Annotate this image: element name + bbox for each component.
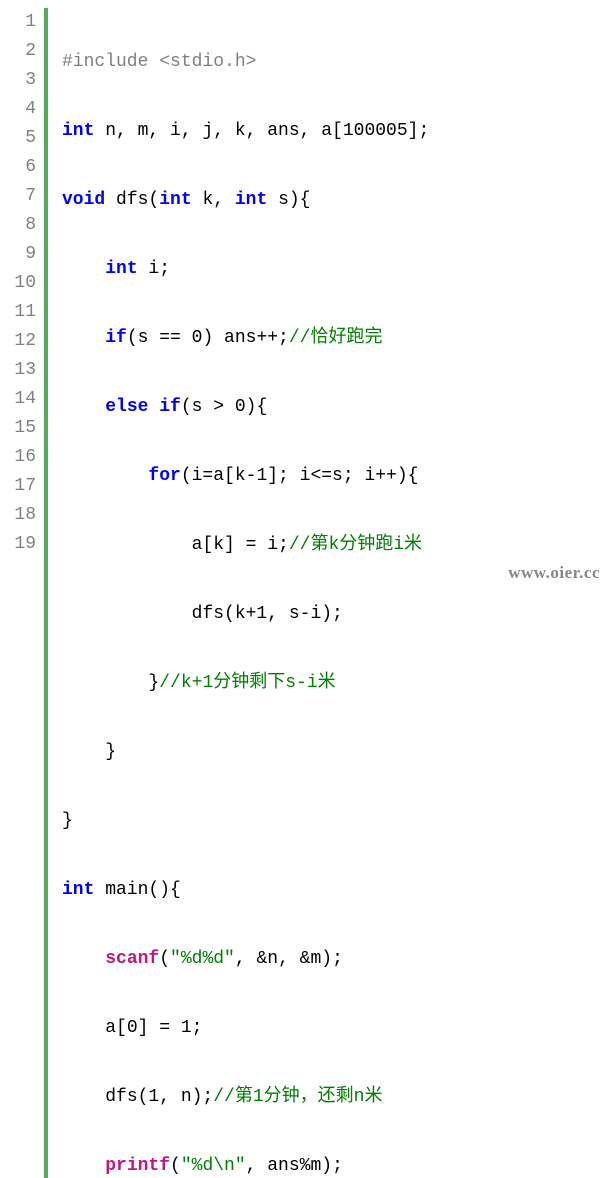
keyword: int bbox=[235, 190, 267, 210]
keyword: else bbox=[105, 397, 148, 417]
code-text: , &n, &m); bbox=[235, 949, 343, 969]
keyword: int bbox=[62, 880, 94, 900]
code-text: ( bbox=[159, 949, 170, 969]
code-line: for(i=a[k-1]; i<=s; i++){ bbox=[62, 462, 610, 491]
keyword: if bbox=[159, 397, 181, 417]
keyword: int bbox=[62, 121, 94, 141]
code-text: } bbox=[105, 742, 116, 762]
keyword: for bbox=[148, 466, 180, 486]
code-line: }//k+1分钟剩下s-i米 bbox=[62, 669, 610, 698]
line-number: 18 bbox=[0, 501, 36, 530]
code-line: int i; bbox=[62, 255, 610, 284]
line-number: 15 bbox=[0, 414, 36, 443]
line-number: 5 bbox=[0, 124, 36, 153]
line-number-gutter: 1 2 3 4 5 6 7 8 9 10 11 12 13 14 15 16 1… bbox=[0, 8, 44, 1178]
code-text: main(){ bbox=[94, 880, 180, 900]
code-line: printf("%d\n", ans%m); bbox=[62, 1152, 610, 1178]
line-number: 6 bbox=[0, 153, 36, 182]
comment: //k+1分钟剩下s-i米 bbox=[159, 673, 335, 693]
code-line: scanf("%d%d", &n, &m); bbox=[62, 945, 610, 974]
keyword: if bbox=[105, 328, 127, 348]
gutter-divider bbox=[44, 8, 48, 1178]
line-number: 16 bbox=[0, 443, 36, 472]
code-content: #include <stdio.h> int n, m, i, j, k, an… bbox=[62, 8, 610, 1178]
code-line: dfs(1, n);//第1分钟，还剩n米 bbox=[62, 1083, 610, 1112]
function: scanf bbox=[105, 949, 159, 969]
code-text: i; bbox=[138, 259, 170, 279]
string: "%d%d" bbox=[170, 949, 235, 969]
code-text: dfs(k+1, s-i); bbox=[192, 604, 343, 624]
line-number: 12 bbox=[0, 327, 36, 356]
code-line: int main(){ bbox=[62, 876, 610, 905]
line-number: 10 bbox=[0, 269, 36, 298]
indent bbox=[62, 466, 148, 486]
indent bbox=[62, 397, 105, 417]
code-line: a[k] = i;//第k分钟跑i米 bbox=[62, 531, 610, 560]
comment: //第1分钟，还剩n米 bbox=[213, 1087, 382, 1107]
line-number: 14 bbox=[0, 385, 36, 414]
code-line: } bbox=[62, 738, 610, 767]
keyword: int bbox=[159, 190, 191, 210]
code-line: if(s == 0) ans++;//恰好跑完 bbox=[62, 324, 610, 353]
line-number: 3 bbox=[0, 66, 36, 95]
indent bbox=[62, 1018, 105, 1038]
code-text: (s == 0) ans++; bbox=[127, 328, 289, 348]
code-line: #include <stdio.h> bbox=[62, 48, 610, 77]
indent bbox=[62, 604, 192, 624]
comment: //第k分钟跑i米 bbox=[289, 535, 422, 555]
indent bbox=[62, 259, 105, 279]
string: "%d\n" bbox=[181, 1156, 246, 1176]
line-number: 7 bbox=[0, 182, 36, 211]
code-text: , ans%m); bbox=[246, 1156, 343, 1176]
line-number: 1 bbox=[0, 8, 36, 37]
keyword: int bbox=[105, 259, 137, 279]
code-text: dfs( bbox=[105, 190, 159, 210]
code-text: s){ bbox=[267, 190, 310, 210]
comment: //恰好跑完 bbox=[289, 328, 383, 348]
keyword: void bbox=[62, 190, 105, 210]
indent bbox=[62, 673, 148, 693]
code-text: (s > 0){ bbox=[181, 397, 267, 417]
line-number: 2 bbox=[0, 37, 36, 66]
line-number: 4 bbox=[0, 95, 36, 124]
code-line: } bbox=[62, 807, 610, 836]
line-number: 13 bbox=[0, 356, 36, 385]
preprocessor: #include <stdio.h> bbox=[62, 52, 256, 72]
watermark: www.oier.cc bbox=[508, 563, 600, 583]
indent bbox=[62, 742, 105, 762]
code-text: a[k] = i; bbox=[192, 535, 289, 555]
indent bbox=[62, 1156, 105, 1176]
code-line: int n, m, i, j, k, ans, a[100005]; bbox=[62, 117, 610, 146]
code-text: (i=a[k-1]; i<=s; i++){ bbox=[181, 466, 419, 486]
code-text: k, bbox=[192, 190, 235, 210]
code-text bbox=[148, 397, 159, 417]
code-line: a[0] = 1; bbox=[62, 1014, 610, 1043]
function: printf bbox=[105, 1156, 170, 1176]
code-block: 1 2 3 4 5 6 7 8 9 10 11 12 13 14 15 16 1… bbox=[0, 0, 610, 1178]
line-number: 19 bbox=[0, 530, 36, 559]
line-number: 11 bbox=[0, 298, 36, 327]
indent bbox=[62, 535, 192, 555]
line-number: 9 bbox=[0, 240, 36, 269]
code-text: } bbox=[62, 811, 73, 831]
code-text: a[0] = 1; bbox=[105, 1018, 202, 1038]
code-text: } bbox=[148, 673, 159, 693]
code-line: dfs(k+1, s-i); bbox=[62, 600, 610, 629]
line-number: 8 bbox=[0, 211, 36, 240]
indent bbox=[62, 949, 105, 969]
indent bbox=[62, 328, 105, 348]
indent bbox=[62, 1087, 105, 1107]
code-text: dfs(1, n); bbox=[105, 1087, 213, 1107]
code-text: ( bbox=[170, 1156, 181, 1176]
code-text: n, m, i, j, k, ans, a[100005]; bbox=[94, 121, 429, 141]
line-number: 17 bbox=[0, 472, 36, 501]
code-line: void dfs(int k, int s){ bbox=[62, 186, 610, 215]
code-line: else if(s > 0){ bbox=[62, 393, 610, 422]
